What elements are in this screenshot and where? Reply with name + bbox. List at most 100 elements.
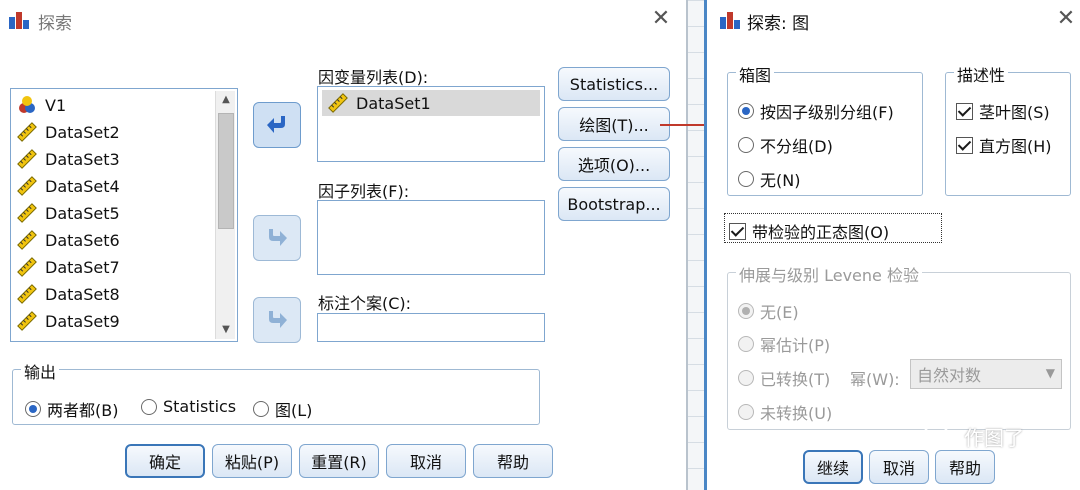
levene-transformed-radio[interactable]: 已转换(T) [738, 366, 830, 390]
levene-power-estimation-radio[interactable]: 幂估计(P) [738, 332, 830, 356]
variable-name: DataSet4 [45, 176, 120, 196]
move-to-label-button[interactable] [253, 297, 301, 343]
reset-button[interactable]: 重置(R) [299, 444, 379, 478]
levene-none-radio[interactable]: 无(E) [738, 299, 799, 323]
scale-variable-icon [328, 93, 348, 113]
output-both-radio[interactable]: 两者都(B) [25, 397, 118, 421]
radio-label: 无(E) [760, 303, 799, 322]
boxplot-none-radio[interactable]: 无(N) [738, 167, 800, 191]
factor-listbox[interactable] [317, 200, 545, 275]
move-to-dependent-button[interactable] [253, 102, 301, 148]
radio-label: 两者都(B) [47, 401, 119, 420]
variable-name: DataSet1 [356, 93, 431, 113]
explore-plots-dialog: 探索: 图 ✕ 箱图 按因子级别分组(F) 不分组(D) 无(N) 描述性 茎叶… [704, 0, 1080, 490]
variable-name: DataSet9 [45, 311, 120, 331]
variable-name: DataSet8 [45, 284, 120, 304]
checkbox-label: 直方图(H) [979, 137, 1052, 156]
variable-name: DataSet7 [45, 257, 120, 277]
help-button[interactable]: 帮助 [935, 450, 995, 484]
output-group-title: 输出 [21, 359, 60, 383]
list-item[interactable]: DataSet9 [17, 308, 120, 334]
radio-selected-icon [738, 303, 754, 319]
radio-label: 图(L) [275, 401, 313, 420]
ok-button[interactable]: 确定 [125, 444, 205, 478]
descriptive-group: 描述性 茎叶图(S) 直方图(H) [945, 62, 1071, 196]
variable-listbox[interactable]: V1 DataSet2 DataSet3 DataSet4 DataSet5 D… [10, 88, 238, 342]
list-item[interactable]: DataSet2 [17, 119, 120, 145]
normality-plots-checkbox[interactable]: 带检验的正态图(O) [729, 219, 889, 243]
histogram-checkbox[interactable]: 直方图(H) [956, 133, 1052, 157]
bootstrap-button[interactable]: Bootstrap... [558, 187, 670, 221]
list-item[interactable]: V1 [17, 92, 66, 118]
move-to-factor-button[interactable] [253, 215, 301, 261]
radio-unselected-icon [738, 404, 754, 420]
power-dropdown[interactable]: 自然对数 ▼ [910, 359, 1062, 389]
scroll-up-icon[interactable]: ▲ [216, 91, 236, 109]
cancel-button[interactable]: 取消 [386, 444, 466, 478]
levene-untransformed-radio[interactable]: 未转换(U) [738, 400, 832, 424]
list-item[interactable]: DataSet5 [17, 200, 120, 226]
curved-arrow-right-icon [269, 311, 287, 328]
list-item[interactable]: DataSet7 [17, 254, 120, 280]
plots-button[interactable]: 绘图(T)... [558, 107, 670, 141]
variable-name: V1 [45, 95, 67, 115]
dependent-listbox[interactable]: DataSet1 [317, 86, 545, 162]
close-icon[interactable]: ✕ [648, 6, 674, 32]
scale-variable-icon [17, 311, 37, 331]
radio-label: 幂估计(P) [760, 336, 831, 355]
continue-button[interactable]: 继续 [803, 450, 863, 484]
options-button[interactable]: 选项(O)... [558, 147, 670, 181]
variable-name: DataSet5 [45, 203, 120, 223]
list-item[interactable]: DataSet8 [17, 281, 120, 307]
stem-and-leaf-checkbox[interactable]: 茎叶图(S) [956, 99, 1050, 123]
checkbox-checked-icon [729, 222, 746, 240]
scale-variable-icon [17, 230, 37, 250]
output-statistics-radio[interactable]: Statistics [141, 397, 236, 416]
factor-list-label: 因子列表(F): [318, 182, 410, 201]
plots-title: 探索: 图 [747, 14, 810, 34]
watermark: 作图了 [922, 422, 1024, 451]
close-icon[interactable]: ✕ [1053, 6, 1079, 32]
paste-button[interactable]: 粘贴(P) [212, 444, 292, 478]
spss-app-icon [9, 12, 29, 29]
list-item[interactable]: DataSet3 [17, 146, 120, 172]
checkbox-label: 带检验的正态图(O) [752, 223, 890, 242]
radio-selected-icon [25, 401, 41, 417]
list-item[interactable]: DataSet1 [322, 90, 540, 116]
nominal-variable-icon [19, 96, 35, 113]
power-label: 幂(W): [850, 370, 900, 389]
radio-label: 按因子级别分组(F) [760, 103, 894, 122]
variable-name: DataSet3 [45, 149, 120, 169]
dependent-list-label: 因变量列表(D): [318, 68, 429, 87]
list-item[interactable]: DataSet6 [17, 227, 120, 253]
radio-label: 无(N) [760, 171, 801, 190]
background-gap [686, 0, 704, 490]
radio-unselected-icon [738, 336, 754, 352]
radio-label: 不分组(D) [760, 137, 833, 156]
radio-selected-icon [738, 103, 754, 119]
output-plots-radio[interactable]: 图(L) [253, 397, 312, 421]
radio-unselected-icon [738, 171, 754, 187]
statistics-button[interactable]: Statistics... [558, 67, 670, 101]
boxplot-together-radio[interactable]: 不分组(D) [738, 133, 833, 157]
curved-arrow-right-icon [269, 229, 287, 246]
help-button[interactable]: 帮助 [473, 444, 553, 478]
scroll-thumb[interactable] [218, 113, 234, 229]
scroll-down-icon[interactable]: ▼ [216, 321, 236, 339]
variable-list-scrollbar[interactable]: ▲ ▼ [215, 91, 235, 339]
levene-group: 伸展与级别 Levene 检验 无(E) 幂估计(P) 已转换(T) 幂(W):… [727, 262, 1071, 430]
cancel-button[interactable]: 取消 [869, 450, 929, 484]
boxplots-group: 箱图 按因子级别分组(F) 不分组(D) 无(N) [727, 62, 923, 196]
radio-unselected-icon [253, 401, 269, 417]
scale-variable-icon [17, 257, 37, 277]
levene-group-title: 伸展与级别 Levene 检验 [736, 262, 922, 286]
radio-label: Statistics [163, 397, 237, 416]
checkbox-checked-icon [956, 136, 973, 154]
scale-variable-icon [17, 176, 37, 196]
descriptive-group-title: 描述性 [954, 62, 1009, 86]
label-cases-field[interactable] [317, 313, 545, 342]
boxplot-by-factor-radio[interactable]: 按因子级别分组(F) [738, 99, 894, 123]
explore-titlebar: 探索 ✕ [0, 0, 686, 40]
label-cases-label: 标注个案(C): [318, 294, 412, 313]
list-item[interactable]: DataSet4 [17, 173, 120, 199]
